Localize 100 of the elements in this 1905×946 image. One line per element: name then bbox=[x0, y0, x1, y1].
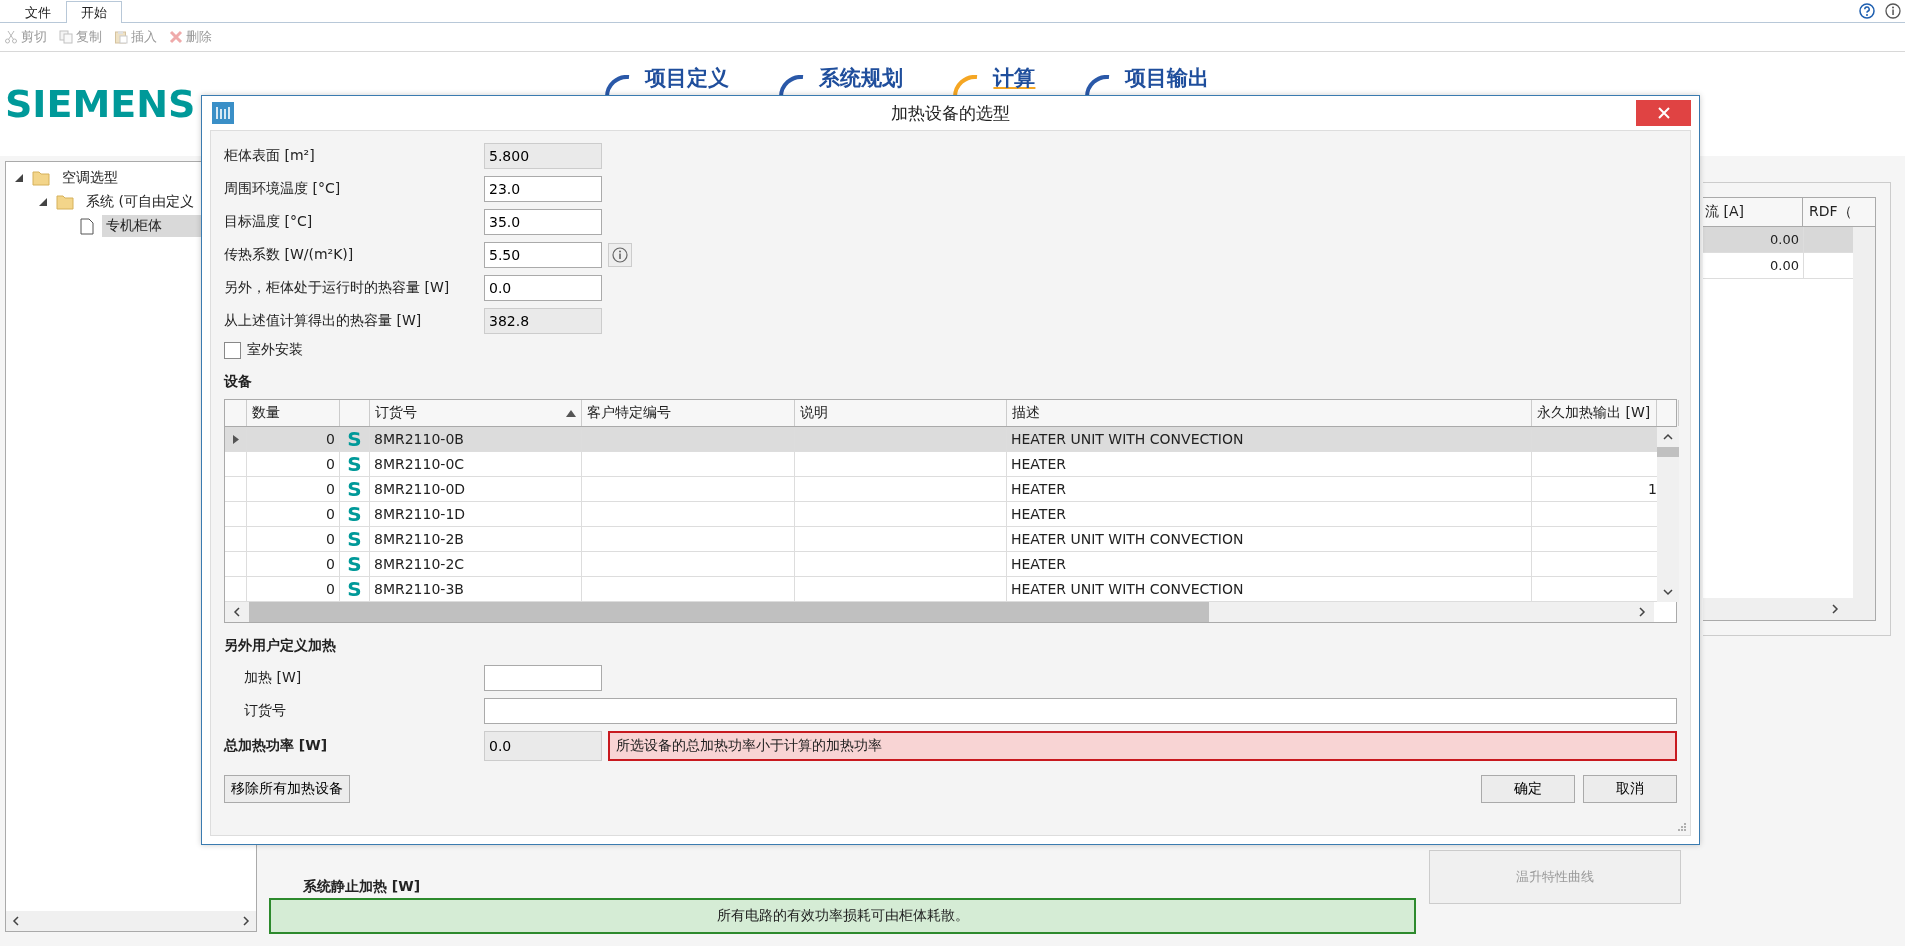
scissors-icon bbox=[4, 30, 18, 44]
field-label: 总加热功率 [W] bbox=[224, 737, 329, 755]
table-cell: 0.00 bbox=[1703, 227, 1804, 252]
document-icon bbox=[80, 217, 94, 235]
product-icon: S bbox=[347, 479, 362, 499]
column-header[interactable]: 说明 bbox=[795, 400, 1007, 426]
checkbox[interactable] bbox=[224, 341, 241, 359]
column-header[interactable]: RDF（ bbox=[1803, 203, 1859, 221]
input-field[interactable]: 35.0 bbox=[484, 209, 602, 235]
table-cell: 0 bbox=[326, 531, 335, 547]
column-header[interactable]: 永久加热输出 [W] bbox=[1532, 400, 1657, 426]
horizontal-scrollbar[interactable] bbox=[1703, 598, 1875, 620]
app-icon bbox=[212, 102, 234, 124]
field-label: 从上述值计算得出的热容量 [W] bbox=[224, 312, 423, 330]
vertical-scrollbar[interactable] bbox=[1657, 427, 1679, 602]
arc-icon bbox=[779, 75, 806, 97]
table-cell: 8MR2110-2B bbox=[374, 531, 464, 547]
input-field[interactable]: 5.50 bbox=[484, 242, 602, 268]
input-field[interactable]: 382.8 bbox=[484, 308, 602, 334]
row-pointer-icon bbox=[232, 434, 239, 444]
scrollbar-thumb[interactable] bbox=[249, 602, 1209, 622]
field-label: 加热 [W] bbox=[243, 669, 303, 687]
field-label: 周围环境温度 [°C] bbox=[224, 180, 342, 198]
resize-grip-icon[interactable] bbox=[1677, 822, 1687, 832]
field-label: 订货号 bbox=[243, 702, 287, 720]
info-icon[interactable] bbox=[1885, 3, 1901, 19]
ok-button[interactable]: 确定 bbox=[1481, 775, 1575, 803]
table-cell: HEATER UNIT WITH CONVECTION bbox=[1011, 431, 1244, 447]
table-row[interactable]: 0 S 8MR2110-2C HEATER bbox=[225, 552, 1657, 577]
close-icon bbox=[1657, 107, 1670, 119]
section-heading: 另外用户定义加热 bbox=[224, 637, 337, 655]
table-cell: HEATER bbox=[1011, 456, 1066, 472]
scrollbar-thumb[interactable] bbox=[1657, 447, 1679, 457]
column-header[interactable]: 描述 bbox=[1007, 400, 1532, 426]
horizontal-scrollbar[interactable] bbox=[225, 602, 1654, 622]
close-button[interactable] bbox=[1636, 100, 1691, 126]
step-tab[interactable]: 系统规划 bbox=[819, 64, 904, 90]
menu-tab[interactable]: 开始 bbox=[66, 1, 122, 23]
field-label: 目标温度 [°C] bbox=[224, 213, 314, 231]
info-icon bbox=[612, 247, 628, 263]
folder-icon bbox=[56, 194, 74, 210]
arc-icon bbox=[605, 75, 632, 97]
tree-item[interactable]: 专机柜体 bbox=[102, 215, 202, 237]
field-label: 柜体表面 [m²] bbox=[224, 147, 316, 165]
step-tab[interactable]: 项目输出 bbox=[1125, 64, 1210, 90]
remove-button[interactable]: 移除所有加热设备 bbox=[224, 775, 350, 803]
table-cell: HEATER bbox=[1011, 506, 1066, 522]
table-cell: HEATER UNIT WITH CONVECTION bbox=[1011, 581, 1244, 597]
table-row[interactable]: 0 S 8MR2110-0D HEATER 1 bbox=[225, 477, 1657, 502]
tree-item[interactable]: 空调选型 bbox=[58, 167, 122, 189]
step-tab[interactable]: 项目定义 bbox=[645, 64, 730, 90]
table-cell: 0 bbox=[326, 431, 335, 447]
horizontal-scrollbar[interactable] bbox=[6, 911, 256, 931]
input-field[interactable] bbox=[484, 698, 1677, 724]
input-field[interactable]: 23.0 bbox=[484, 176, 602, 202]
step-tab[interactable]: 计算 bbox=[993, 64, 1036, 90]
summary-label: 系统静止加热 [W] bbox=[303, 878, 422, 896]
delete-icon bbox=[169, 30, 183, 44]
table-row[interactable]: 0 S 8MR2110-0B HEATER UNIT WITH CONVECTION bbox=[225, 427, 1657, 452]
table-row[interactable]: 0 S 8MR2110-2B HEATER UNIT WITH CONVECTION bbox=[225, 527, 1657, 552]
table-cell: 8MR2110-2C bbox=[374, 556, 465, 572]
product-icon: S bbox=[347, 529, 362, 549]
product-icon: S bbox=[347, 504, 362, 524]
product-icon: S bbox=[347, 554, 362, 574]
input-field[interactable] bbox=[484, 665, 602, 691]
expander-icon[interactable] bbox=[14, 173, 24, 183]
column-header[interactable]: 流 [A] bbox=[1703, 198, 1803, 226]
input-field[interactable]: 5.800 bbox=[484, 143, 602, 169]
column-header[interactable]: 数量 bbox=[247, 400, 340, 426]
status-message: 所有电路的有效功率损耗可由柜体耗散。 bbox=[269, 898, 1416, 934]
table-row[interactable]: 0 S 8MR2110-0C HEATER bbox=[225, 452, 1657, 477]
expander-icon[interactable] bbox=[38, 197, 48, 207]
error-message: 所选设备的总加热功率小于计算的加热功率 bbox=[608, 731, 1677, 761]
tree-item[interactable]: 系统 (可自由定义 bbox=[82, 191, 198, 213]
table-cell: 0 bbox=[326, 456, 335, 472]
help-icon[interactable] bbox=[1859, 3, 1875, 19]
arc-icon bbox=[953, 75, 980, 97]
clipboard-icon bbox=[114, 30, 128, 44]
table-row[interactable]: 0.00 bbox=[1703, 227, 1853, 253]
table-cell: 0.00 bbox=[1703, 253, 1804, 278]
table-cell: 8MR2110-3B bbox=[374, 581, 464, 597]
cancel-button[interactable]: 取消 bbox=[1583, 775, 1677, 803]
arc-icon bbox=[1085, 75, 1112, 97]
product-icon: S bbox=[347, 579, 362, 599]
table-cell: 8MR2110-1D bbox=[374, 506, 466, 522]
vertical-scrollbar[interactable] bbox=[1853, 227, 1875, 598]
product-icon: S bbox=[347, 429, 362, 449]
input-field[interactable]: 0.0 bbox=[484, 731, 602, 761]
menu-tab[interactable]: 文件 bbox=[10, 1, 66, 22]
table-cell: HEATER bbox=[1011, 556, 1066, 572]
table-cell: HEATER UNIT WITH CONVECTION bbox=[1011, 531, 1244, 547]
checkbox-label: 室外安装 bbox=[247, 341, 303, 359]
info-button[interactable] bbox=[608, 243, 632, 267]
field-label: 另外，柜体处于运行时的热容量 [W] bbox=[224, 279, 451, 297]
column-header[interactable]: 订货号 bbox=[370, 400, 582, 426]
table-cell: 0 bbox=[326, 506, 335, 522]
table-cell: 8MR2110-0C bbox=[374, 456, 465, 472]
column-header[interactable]: 客户特定编号 bbox=[582, 400, 795, 426]
input-field[interactable]: 0.0 bbox=[484, 275, 602, 301]
table-row[interactable]: 0 S 8MR2110-1D HEATER bbox=[225, 502, 1657, 527]
